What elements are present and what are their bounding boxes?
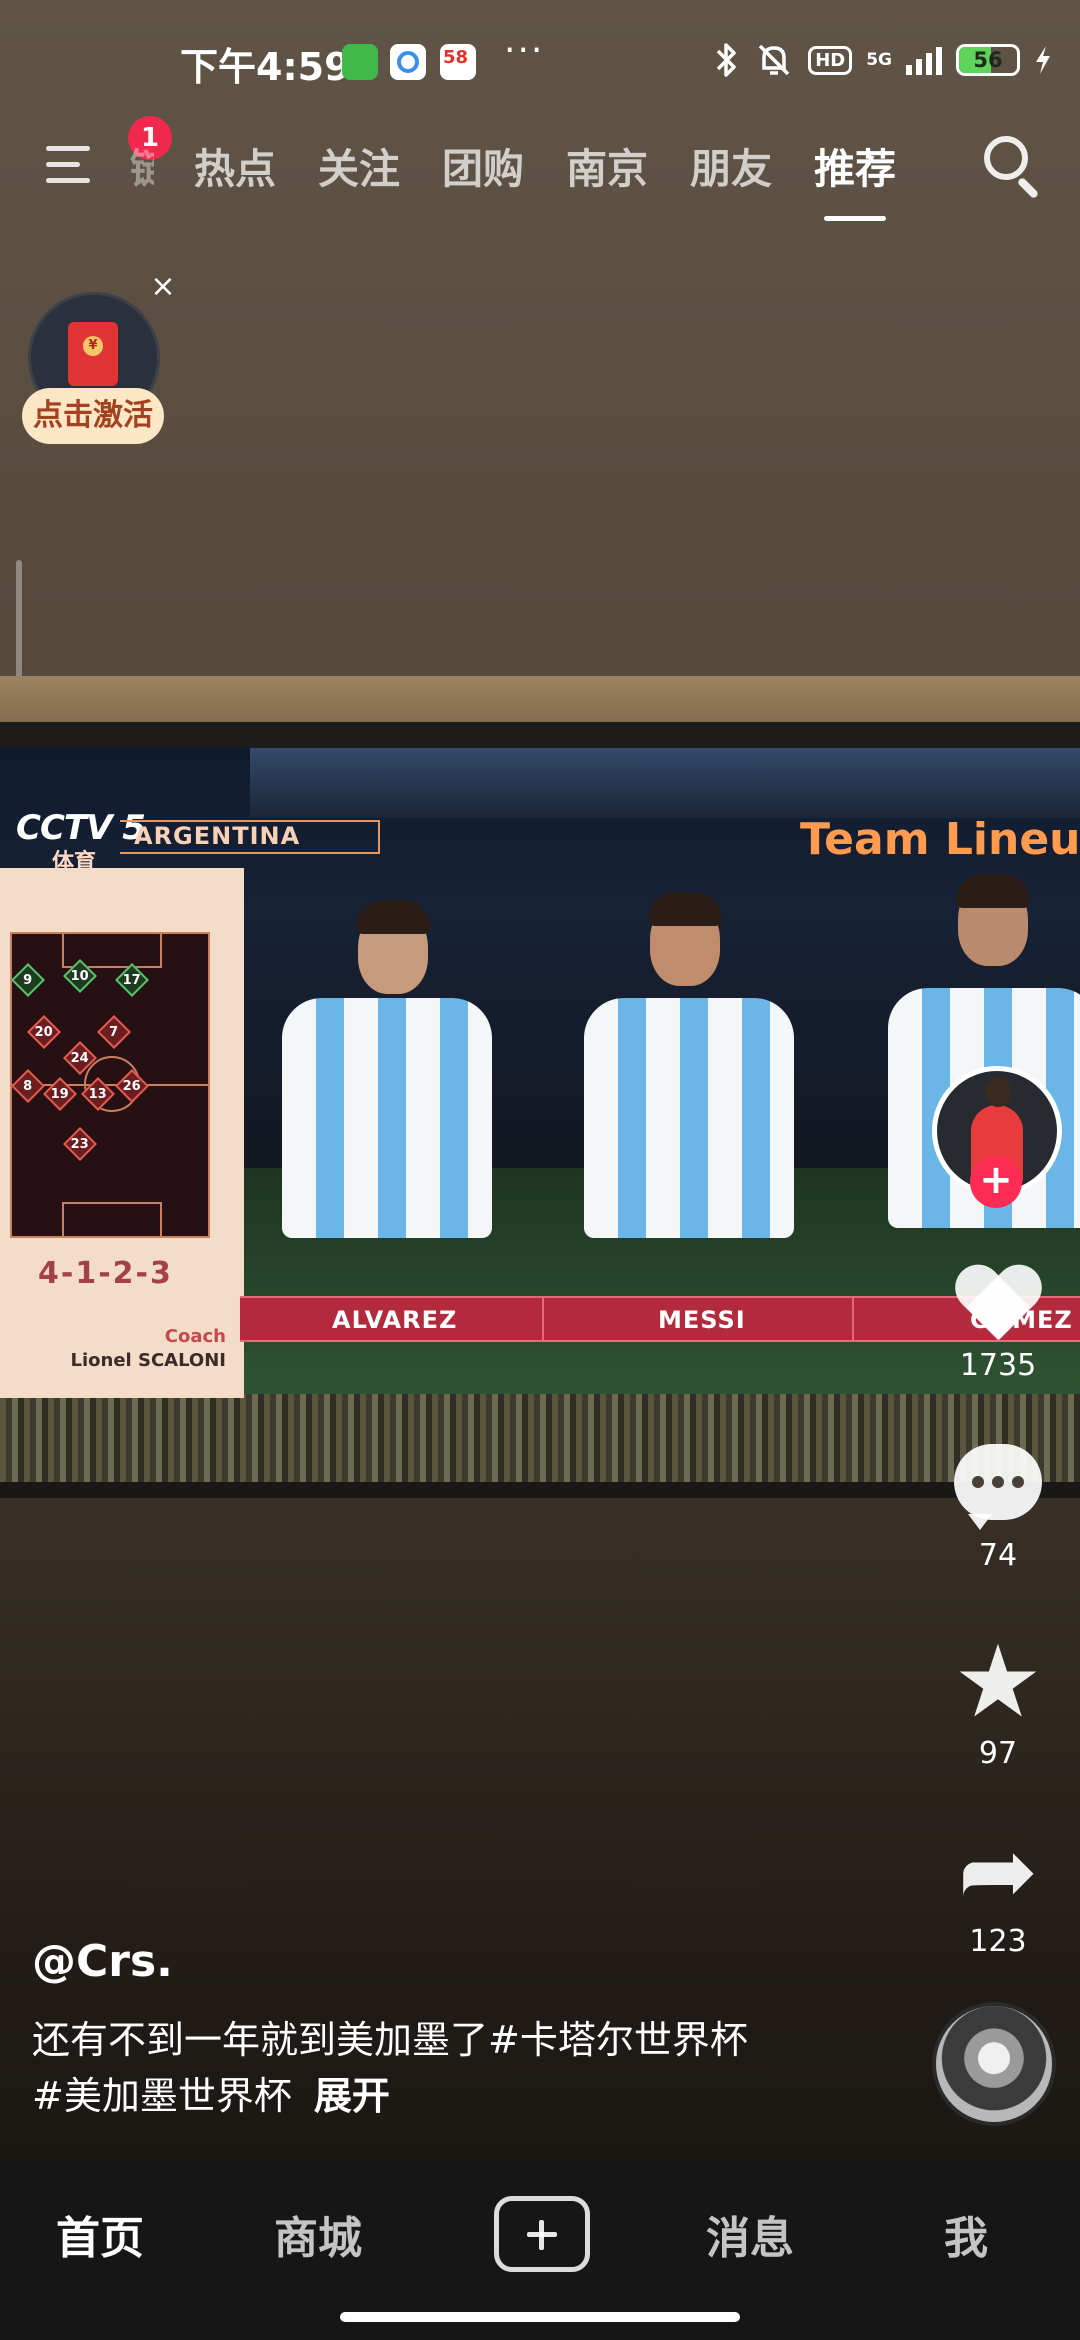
- menu-icon-line: [46, 162, 80, 167]
- share-count: 123: [969, 1924, 1027, 1959]
- menu-icon-line: [46, 178, 90, 183]
- player-shirt: [282, 998, 492, 1238]
- video-frame[interactable]: CCTV 5 体育 ARGENTINA Team Lineu 9 10 17 2…: [0, 748, 1080, 1484]
- caption-hashtag[interactable]: #美加墨世界杯: [32, 2074, 292, 2118]
- status-right-group: HD 5G 56: [714, 38, 1052, 82]
- tab-group-buy[interactable]: 团购: [442, 135, 524, 195]
- coach-role: Coach: [164, 1326, 226, 1347]
- favorite-button[interactable]: ★ 97: [944, 1623, 1052, 1772]
- comment-dot: [1012, 1476, 1024, 1488]
- share-arrow-icon: ➦: [957, 1815, 1039, 1927]
- music-disc-icon[interactable]: [932, 2002, 1056, 2126]
- 58-app-icon: 58: [440, 44, 476, 80]
- player-marker: 23: [63, 1127, 97, 1161]
- comment-icon: [954, 1444, 1042, 1530]
- tab-nanjing[interactable]: 南京: [566, 135, 648, 195]
- tab-recommended[interactable]: 推荐: [814, 135, 896, 221]
- tab-friends[interactable]: 朋友: [690, 135, 772, 195]
- pitch-box-bottom: [62, 1202, 162, 1236]
- star-icon: ★: [953, 1623, 1043, 1740]
- player-marker: 9: [11, 963, 45, 997]
- bluetooth-icon: [716, 43, 736, 77]
- nav-messages[interactable]: 消息: [706, 2202, 794, 2266]
- status-time: 下午4:59: [180, 45, 351, 89]
- tab-partial[interactable]: 链: [130, 135, 154, 195]
- search-button[interactable]: [970, 126, 1050, 206]
- menu-icon: [46, 146, 90, 151]
- comment-button[interactable]: 74: [944, 1444, 1052, 1573]
- tab-hot[interactable]: 热点: [194, 135, 276, 195]
- close-icon[interactable]: ×: [148, 272, 178, 302]
- author-name[interactable]: @Crs.: [32, 1936, 173, 1987]
- player-shirt: [584, 998, 794, 1238]
- create-button[interactable]: [494, 2196, 590, 2272]
- caption-line: 还有不到一年就到美加墨了#卡塔尔世界杯: [32, 2018, 748, 2062]
- name-divider: [852, 1298, 854, 1340]
- nav-me[interactable]: 我: [944, 2202, 988, 2266]
- player-marker: 7: [97, 1015, 131, 1049]
- name-divider: [542, 1298, 544, 1340]
- menu-button[interactable]: 1: [40, 116, 172, 202]
- player-hair: [956, 874, 1030, 908]
- stadium-roof: [250, 748, 1080, 818]
- like-count: 1735: [959, 1348, 1037, 1383]
- player-hair: [356, 900, 430, 934]
- wechat-app-icon: [342, 44, 378, 80]
- activate-button[interactable]: 点击激活: [22, 388, 164, 444]
- tab-following[interactable]: 关注: [318, 135, 400, 195]
- more-notifications-icon: ···: [504, 30, 545, 71]
- player-marker: 20: [27, 1015, 61, 1049]
- heart-icon: [953, 1262, 1043, 1342]
- coach-name: Lionel SCALONI: [70, 1350, 226, 1371]
- hd-indicator: HD: [808, 45, 853, 75]
- player-marker: 17: [115, 963, 149, 997]
- search-icon: [984, 136, 1028, 180]
- top-nav: 1 链 热点 关注 团购 南京 朋友 推荐: [0, 116, 1080, 221]
- signal-icon: [906, 45, 942, 75]
- player-name: ALVAREZ: [332, 1306, 458, 1334]
- network-type: 5G: [866, 49, 892, 70]
- search-icon-handle: [1016, 176, 1040, 200]
- status-bar: 下午4:59 58 ··· HD 5G 56: [0, 0, 1080, 120]
- formation-card: 9 10 17 20 7 24 8 19 13 26 23 4-1-2-3 Co…: [0, 868, 244, 1398]
- expand-link[interactable]: 展开: [314, 2074, 390, 2118]
- follow-button[interactable]: +: [970, 1156, 1022, 1208]
- comment-dot: [992, 1476, 1004, 1488]
- team-name: ARGENTINA: [134, 822, 301, 850]
- home-indicator[interactable]: [340, 2312, 740, 2322]
- share-button[interactable]: ➦ 123: [944, 1815, 1052, 1959]
- nav-mall[interactable]: 商城: [274, 2202, 362, 2266]
- battery-icon: 56: [956, 44, 1020, 76]
- pitch-diagram: 9 10 17 20 7 24 8 19 13 26 23: [10, 932, 210, 1238]
- battery-level: 56: [973, 48, 1003, 72]
- crowd-background: [0, 1394, 1080, 1484]
- mute-bell-icon: [758, 44, 790, 76]
- lineup-title: Team Lineu: [800, 814, 1080, 865]
- formation-label: 4-1-2-3: [38, 1256, 173, 1291]
- nav-home[interactable]: 首页: [56, 2202, 144, 2266]
- comment-dot: [972, 1476, 984, 1488]
- baidu-app-icon: [390, 44, 426, 80]
- player-marker: 19: [43, 1077, 77, 1111]
- player-hair: [648, 892, 722, 926]
- favorite-count: 97: [978, 1736, 1018, 1771]
- like-button[interactable]: 1735: [944, 1262, 1052, 1383]
- red-packet-widget[interactable]: 点击激活: [22, 286, 172, 446]
- tv-bottom-bezel: [0, 1482, 1080, 1498]
- comment-count: 74: [978, 1538, 1018, 1573]
- charging-icon: [1036, 46, 1050, 74]
- post-caption: 还有不到一年就到美加墨了#卡塔尔世界杯 #美加墨世界杯 展开: [32, 2012, 912, 2124]
- red-envelope-icon: [68, 322, 118, 386]
- player-marker: 8: [11, 1069, 45, 1103]
- player-name: MESSI: [658, 1306, 746, 1334]
- feed-tabs: 链 热点 关注 团购 南京 朋友 推荐: [130, 120, 938, 221]
